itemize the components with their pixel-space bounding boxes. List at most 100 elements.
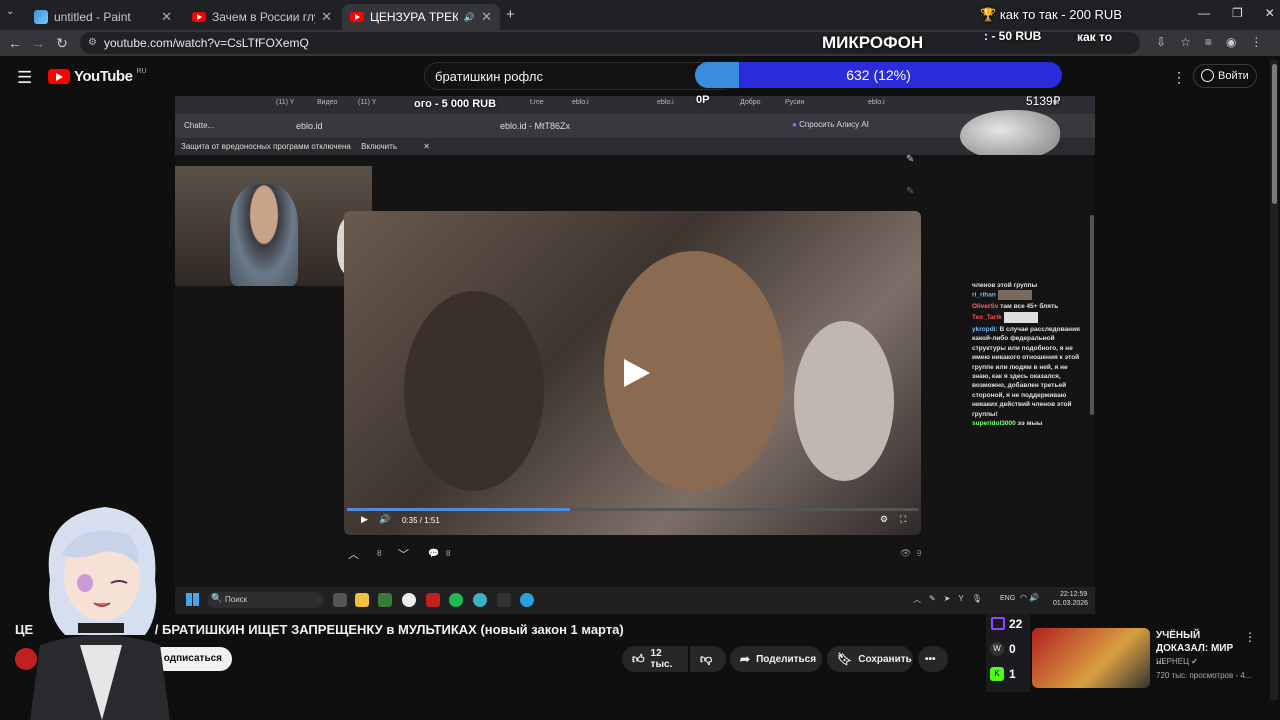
taskbar-search[interactable]: Поиск [207,592,323,608]
reload-icon[interactable]: ↻ [52,33,72,53]
chat-message: членов этой группы [972,282,1038,289]
inner-tab[interactable]: (11) Y [276,99,294,111]
media-icon[interactable]: ≡ [1205,35,1212,49]
menu-icon[interactable]: ⋮ [1250,35,1262,49]
youtube-logo[interactable]: YouTube RU [48,68,147,85]
save-button[interactable]: 🔖︎ Сохранить [827,646,913,672]
inner-tab[interactable]: Видео [317,99,337,111]
alice-ai-button[interactable]: ● Спросить Алису AI [792,120,869,129]
settings-icon[interactable]: ⚙ [880,514,888,525]
file-explorer-icon[interactable] [355,593,369,607]
start-icon[interactable] [186,593,199,606]
inner-tab[interactable]: Добро [740,99,761,111]
thumbs-up-icon: 👍︎ [632,651,645,666]
recommendation-channel[interactable]: ЧЕРНЕЦ ✔ [1156,657,1198,666]
hamburger-menu-icon[interactable]: ☰ [17,68,32,88]
site-info-icon[interactable]: ⚙ [88,37,97,48]
inner-tab[interactable]: eblo.i [657,99,674,111]
inner-tab[interactable]: eblo.i [572,99,589,111]
close-icon[interactable]: ✕ [161,9,172,25]
inner-tab[interactable]: Русин [785,99,804,111]
forward-icon[interactable]: → [28,33,48,53]
enable-protection-button[interactable]: Включить [361,142,397,151]
clock-date: 01.03.2026 [1053,600,1089,607]
tray-yandex-icon[interactable]: Y [958,594,963,605]
language-indicator[interactable]: ENG [1000,595,1015,602]
views-count: 9 [917,549,922,558]
inner-tab[interactable]: t.me [530,99,544,111]
goal-progress-text: 632 (12%) [846,67,911,83]
close-icon[interactable]: ✕ [423,142,430,151]
share-button[interactable]: ➦ Поделиться [730,646,822,672]
inner-url-field[interactable]: eblo.id [296,121,323,131]
views-icon: 👁 [900,548,912,558]
url-field[interactable]: youtube.com/watch?v=CsLTfFOXemQ [80,32,1140,54]
tray-chevron-icon[interactable]: ︿ [913,594,921,605]
inner-back-button[interactable]: Chatte... [184,121,214,130]
edit-icon[interactable]: ✎ [906,154,914,165]
new-tab-button[interactable]: + [506,6,515,23]
tray-mic-icon[interactable]: 🎙 [972,594,982,605]
app-icon-cyan[interactable] [473,593,487,607]
app-icon-red[interactable] [426,593,440,607]
chat-message: ykropdi: В случае расследования какой-ли… [972,325,1080,418]
tab-list-button[interactable]: ⌄ [6,6,22,22]
task-view-icon[interactable] [333,593,347,607]
edit-icon[interactable]: ✎ [906,186,914,197]
inner-scroll-thumb[interactable] [1090,215,1094,415]
maximize-icon[interactable]: ❐ [1232,6,1243,20]
recommendation-thumbnail[interactable] [1032,628,1150,688]
close-icon[interactable]: ✕ [481,9,492,25]
emote-image [997,290,1032,301]
tray-pen-icon[interactable]: ✎ [929,594,936,605]
tab-youtube-active[interactable]: ЦЕНЗУРА ТРЕКОВ в РФ / БР 🔊 ✕ [342,4,500,30]
fullscreen-icon[interactable]: ⛶ [900,514,906,525]
video-time: 0:35 / 1:51 [402,516,440,525]
streamer-figure [230,184,298,286]
more-options-icon[interactable]: ⋮ [1172,69,1186,86]
tray-wifi-icon[interactable]: ◠ 🔊 [1020,593,1039,602]
upvote-count: 8 [377,549,382,558]
inner-tab[interactable]: eblo.i [868,99,885,111]
like-button[interactable]: 👍︎ 12 тыс. [622,646,688,672]
yandex-browser-icon[interactable] [402,593,416,607]
rub-counter-overlay: 5139₽ [1026,94,1061,108]
microphone-overlay: МИКРОФОН [822,33,924,52]
downvote-icon[interactable]: ﹀ [398,546,409,562]
inner-tab[interactable]: (11) Y [358,99,376,111]
recommendation-meta: 720 тыс. просмотров - 4... [1156,671,1252,680]
tray-telegram-icon[interactable]: ➤ [944,594,951,605]
more-actions-button[interactable]: ••• [918,646,948,672]
spotify-icon[interactable] [449,593,463,607]
play-control-icon[interactable]: ▶ [361,514,368,525]
comment-icon[interactable]: 💬 [428,548,439,559]
goal-overlay: ого - 5 000 RUB [414,98,497,110]
play-icon[interactable] [622,357,652,389]
dislike-button[interactable]: 👎︎ [690,646,726,672]
bookmark-star-icon[interactable]: ☆ [1180,35,1191,49]
tab-title: untitled - Paint [54,10,131,24]
search-input[interactable]: братишкин рофлс [424,62,724,90]
upvote-icon[interactable]: ︿ [348,546,359,562]
tray-icons: ︿ ✎ ➤ Y 🎙 [913,594,982,605]
install-icon[interactable]: ⇩ [1156,35,1166,49]
app-icon-h[interactable] [497,593,511,607]
tab-youtube-1[interactable]: Зачем в России глушат мобил ✕ [184,4,340,30]
minimize-icon[interactable]: — [1198,6,1210,20]
close-icon[interactable]: ✕ [321,9,332,25]
speaker-icon[interactable]: 🔊 [464,12,475,23]
emote-image [1003,311,1038,323]
store-icon[interactable] [378,593,392,607]
profile-icon[interactable]: ◉ [1226,35,1236,49]
person-right [794,321,894,481]
recommendation-menu-icon[interactable]: ⋮ [1244,630,1256,644]
telegram-icon[interactable] [520,593,534,607]
close-window-icon[interactable]: ✕ [1265,6,1275,20]
scrollbar-thumb[interactable] [1272,64,1277,204]
donation-overlay: 🏆 как то так - 200 RUB [980,7,1122,22]
back-icon[interactable]: ← [5,33,25,53]
volume-icon[interactable]: 🔊 [379,514,390,525]
tab-paint[interactable]: untitled - Paint ✕ [26,4,180,30]
window-controls: — ❐ ✕ [1198,6,1275,20]
sign-in-button[interactable]: Войти [1193,64,1257,88]
